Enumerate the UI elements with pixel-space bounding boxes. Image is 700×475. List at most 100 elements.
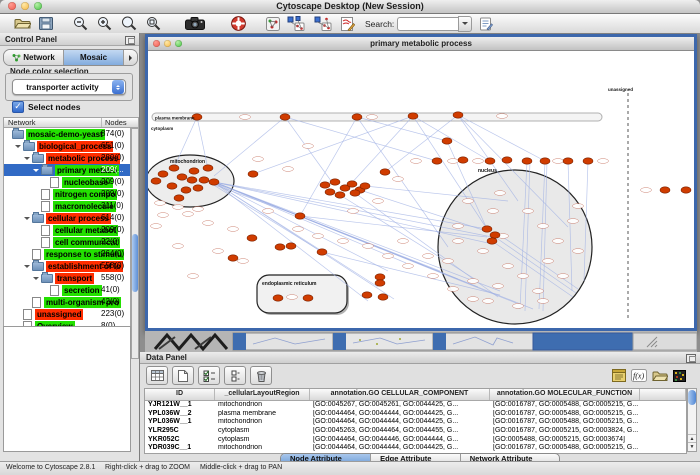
disclosure-triangle-icon[interactable] <box>24 265 30 271</box>
graph-node-small[interactable] <box>568 219 579 224</box>
graph-node[interactable] <box>485 158 495 164</box>
table-scrollbar-thumb[interactable] <box>688 390 696 405</box>
background-window-1[interactable] <box>233 333 333 350</box>
graph-node[interactable] <box>330 179 340 185</box>
graph-node-small[interactable] <box>473 159 484 164</box>
graph-node-small[interactable] <box>283 167 294 172</box>
graph-node-small[interactable] <box>398 239 409 244</box>
network-overview-button[interactable] <box>266 16 280 32</box>
graph-node[interactable] <box>193 185 203 191</box>
table-cell[interactable]: mitochondrion <box>215 444 310 453</box>
graph-node-small[interactable] <box>553 239 564 244</box>
graph-node[interactable] <box>199 177 209 183</box>
graph-node[interactable] <box>325 189 335 195</box>
graph-node[interactable] <box>158 171 168 177</box>
graph-node-small[interactable] <box>263 209 274 214</box>
tree-row-cellular-metabol[interactable]: cellular metabol209(0) <box>4 224 130 236</box>
graph-node[interactable] <box>320 182 330 188</box>
tree-row-primary-metabo[interactable]: primary metabo209(... <box>4 164 130 176</box>
graph-node-small[interactable] <box>240 115 251 120</box>
table-row[interactable]: YDR039C__1mitochondrion[GO:0044464, GO:0… <box>145 444 686 453</box>
select-nodes-checkbox[interactable]: ✓ <box>12 101 24 113</box>
graph-node[interactable] <box>177 174 187 180</box>
table-row[interactable]: YKR052Ccytoplasm[GO:0044464, GO:0044446,… <box>145 436 686 445</box>
disclosure-triangle-icon[interactable] <box>24 157 30 163</box>
table-cell[interactable]: plasma membrane <box>215 410 310 419</box>
graph-node-small[interactable] <box>573 204 584 209</box>
tree-row-establishment-of-lo[interactable]: establishment of lo558(0) <box>4 260 130 272</box>
graph-node-small[interactable] <box>478 249 489 254</box>
matrix-view-button[interactable] <box>673 368 686 384</box>
graph-node-small[interactable] <box>453 224 464 229</box>
layout-tool-1-button[interactable] <box>287 16 305 32</box>
graph-node[interactable] <box>189 168 199 174</box>
graph-node[interactable] <box>362 292 372 298</box>
tree-row-metabolic-process[interactable]: metabolic process280(0) <box>4 152 130 164</box>
snapshot-camera-button[interactable] <box>185 16 205 32</box>
table-cell[interactable]: mitochondrion <box>215 418 310 427</box>
table-cell[interactable]: [GO:0016787, GO:0005488, GO:0005215, G..… <box>490 410 640 419</box>
graph-node[interactable] <box>151 178 161 184</box>
graph-node[interactable] <box>350 190 360 196</box>
tree-scrollbar-thumb[interactable] <box>132 234 138 292</box>
table-cell[interactable]: [GO:0045267, GO:0045261, GO:0044425, G..… <box>310 401 490 410</box>
scroll-down-arrow[interactable]: ▼ <box>688 442 696 451</box>
search-input[interactable] <box>397 17 458 31</box>
graph-node-small[interactable] <box>641 188 652 193</box>
graph-node[interactable] <box>335 192 345 198</box>
graph-node[interactable] <box>303 295 313 301</box>
background-window-3[interactable] <box>433 333 533 350</box>
tree-scrollbar[interactable] <box>131 128 139 359</box>
graph-node-small[interactable] <box>468 297 479 302</box>
graph-node[interactable] <box>352 114 362 120</box>
background-window-4[interactable] <box>533 333 633 350</box>
table-cell[interactable]: [GO:0016787, GO:0005488, GO:0005215, G..… <box>490 418 640 427</box>
graph-node[interactable] <box>378 294 388 300</box>
network-graph[interactable]: plasma membranecytoplasmmitochondrionnuc… <box>148 51 694 328</box>
graph-node-small[interactable] <box>448 287 459 292</box>
graph-node-small[interactable] <box>228 227 239 232</box>
background-windows[interactable] <box>145 331 697 352</box>
graph-node[interactable] <box>681 187 691 193</box>
graph-node-small[interactable] <box>151 224 162 229</box>
zoom-in-button[interactable] <box>97 16 112 32</box>
table-cell[interactable]: cytoplasm <box>215 436 310 445</box>
graph-node[interactable] <box>247 235 257 241</box>
zoom-selected-button[interactable] <box>121 16 137 32</box>
disclosure-triangle-icon[interactable] <box>15 145 21 151</box>
graph-node-small[interactable] <box>253 157 264 162</box>
graph-node-small[interactable] <box>493 284 504 289</box>
tree-row-multi-organism-pro[interactable]: multi-organism pro42(0) <box>4 296 130 308</box>
tree-column-nodes[interactable]: Nodes <box>102 118 138 127</box>
graph-node-small[interactable] <box>495 191 506 196</box>
column-header-annotation-go-molecular-function[interactable]: annotation.GO MOLECULAR_FUNCTION <box>490 389 640 400</box>
graph-node-small[interactable] <box>598 159 609 164</box>
tree-row-transport[interactable]: transport558(0) <box>4 272 130 284</box>
column-header-id[interactable]: ID <box>145 389 215 400</box>
graph-node-small[interactable] <box>513 304 524 309</box>
network-canvas[interactable]: plasma membranecytoplasmmitochondrionnuc… <box>148 51 694 328</box>
search-options-button[interactable] <box>480 16 493 32</box>
graph-node-small[interactable] <box>313 234 324 239</box>
graph-node-small[interactable] <box>488 209 499 214</box>
open-session-button[interactable] <box>14 16 31 32</box>
graph-node[interactable] <box>275 244 285 250</box>
tree-row-nitrogen-compo[interactable]: nitrogen compo209(0) <box>4 188 130 200</box>
table-cell[interactable]: [GO:0044464, GO:0044444, GO:0044425, G..… <box>310 418 490 427</box>
graph-node-small[interactable] <box>538 299 549 304</box>
graph-node[interactable] <box>174 195 184 201</box>
graph-node[interactable] <box>482 226 492 232</box>
import-attributes-button[interactable] <box>652 368 668 384</box>
graph-node[interactable] <box>660 187 670 193</box>
notes-button[interactable] <box>612 368 626 384</box>
table-cell[interactable]: YPL036W__2 <box>145 410 215 419</box>
background-window-2[interactable] <box>333 333 433 350</box>
graph-node-small[interactable] <box>393 177 404 182</box>
graph-node-small[interactable] <box>483 299 494 304</box>
delete-attribute-button[interactable] <box>250 366 272 385</box>
graph-node[interactable] <box>375 280 385 286</box>
table-cell[interactable]: mitochondrion <box>215 401 310 410</box>
graph-node-small[interactable] <box>303 144 314 149</box>
search-dropdown-arrow[interactable] <box>458 16 472 32</box>
graph-node-small[interactable] <box>448 159 459 164</box>
